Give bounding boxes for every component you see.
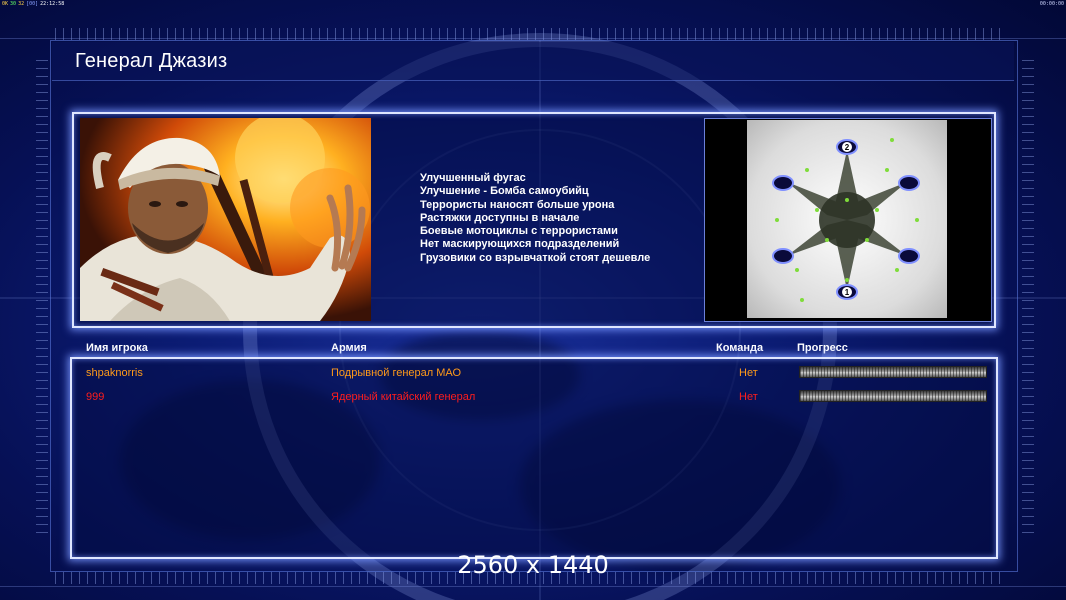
decorative-scale-left [36, 60, 48, 540]
status-item: 0K [2, 1, 9, 7]
players-list-panel [70, 357, 998, 559]
feature-item: Боевые мотоциклы с террористами [420, 225, 618, 238]
player-name: shpaknorris [86, 367, 143, 379]
feature-item: Улучшенный фугас [420, 172, 526, 184]
column-header-team: Команда [716, 342, 764, 354]
status-item: 30 [10, 1, 17, 7]
feature-item: Растяжки доступны в начале [420, 211, 580, 224]
feature-item: Грузовики со взрывчаткой стоят дешевле [420, 251, 651, 264]
column-header-player-name: Имя игрока [86, 342, 148, 354]
start-label-1: 1 [845, 288, 850, 297]
loading-screen: 0K 30 32 [00] 22:12:58 00:00:00 Генерал Джаз… [0, 0, 1066, 600]
decorative-scale-right [1022, 60, 1034, 540]
player-army: Ядерный китайский генерал [331, 391, 476, 403]
player-name: 999 [86, 391, 105, 403]
player-progress-bar [799, 390, 987, 402]
column-header-progress: Прогресс [797, 342, 848, 354]
feature-item: Улучшение - Бомба самоубийц [420, 185, 589, 198]
start-label-2: 2 [845, 143, 850, 152]
status-item: 32 [18, 1, 25, 7]
player-progress-bar [799, 366, 987, 378]
status-bar: 0K 30 32 [00] 22:12:58 00:00:00 [0, 0, 1066, 8]
status-item: [00] [26, 1, 39, 7]
status-item: 22:12:58 [40, 1, 65, 7]
general-portrait-image [80, 118, 371, 321]
general-features-list: Улучшенный фугас Улучшение - Бомба самоуб… [420, 172, 650, 265]
page-title: Генерал Джазиз [75, 50, 228, 72]
map-preview-image: 2 1 [747, 120, 947, 318]
column-header-army: Армия [331, 342, 367, 354]
decorative-line [0, 38, 1066, 39]
feature-item: Нет маскирующихся подразделений [420, 238, 620, 251]
player-army: Подрывной генерал МАО [331, 367, 462, 379]
player-team: Нет [739, 367, 758, 379]
decorative-line [0, 586, 1066, 587]
player-team: Нет [739, 391, 758, 403]
resolution-label: 2560 x 1440 [457, 551, 609, 579]
status-bar-left: 0K 30 32 [00] 22:12:58 [2, 0, 66, 8]
feature-item: Террористы наносят больше урона [420, 198, 615, 211]
status-bar-clock: 00:00:00 [1039, 1, 1064, 7]
